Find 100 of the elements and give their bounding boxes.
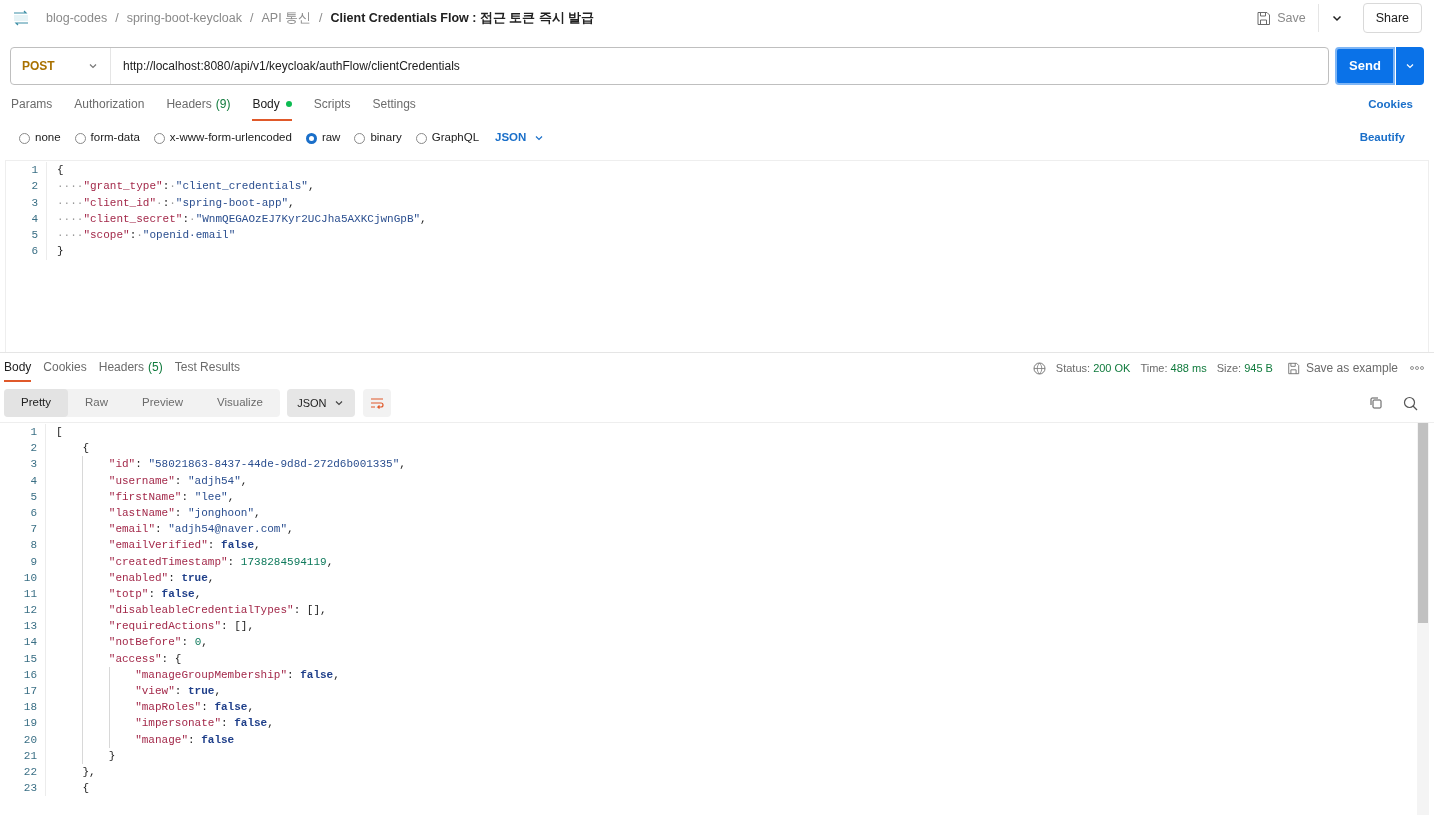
line-number: 7	[29, 522, 37, 538]
line-number: 9	[29, 554, 37, 570]
view-mode-tab[interactable]: Preview	[125, 389, 200, 417]
breadcrumb-link[interactable]: spring-boot-keycloak	[126, 8, 242, 28]
globe-icon	[1032, 361, 1046, 375]
radio-option[interactable]: none	[19, 129, 61, 147]
line-number: 6	[29, 505, 37, 521]
line-number: 15	[22, 651, 37, 667]
view-mode-tab[interactable]: Pretty	[4, 389, 69, 417]
more-icon[interactable]	[1410, 365, 1424, 371]
breadcrumb-current: Client Credentials Flow : 접근 토큰 즉시 발급	[330, 9, 595, 27]
code-line: "mapRoles": false,	[45, 699, 255, 716]
code-line: "username": "adjh54",	[45, 472, 248, 489]
view-mode-tab[interactable]: Visualize	[199, 389, 280, 417]
line-number: 21	[22, 748, 37, 764]
caret-icon	[1405, 61, 1415, 71]
caret-icon	[534, 133, 545, 143]
beautify-link[interactable]: Beautify	[1359, 129, 1405, 147]
radio-option[interactable]: x-www-form-urlencoded	[153, 129, 292, 147]
code-line: "view": true,	[45, 683, 221, 700]
code-line: ····"scope":·"openid·email"	[46, 227, 236, 244]
copy-icon[interactable]	[1369, 396, 1383, 410]
radio-option[interactable]: GraphQL	[415, 129, 480, 147]
code-line: "createdTimestamp": 1738284594119,	[45, 553, 334, 570]
breadcrumb-separator: /	[115, 9, 119, 27]
line-number: 13	[22, 619, 37, 635]
code-line: "lastName": "jonghoon",	[45, 504, 261, 522]
request-tab[interactable]: Authorization	[74, 89, 145, 121]
line-number: 1	[30, 163, 38, 178]
url-field[interactable]: http://localhost:8080/api/v1/keycloak/authFlow/clientCredentials	[111, 48, 1328, 84]
line-number: 3	[30, 195, 38, 211]
status-text: Time: 488 ms	[1140, 360, 1207, 376]
code-line: "disableableCredentialTypes": [],	[45, 602, 327, 619]
response-tab[interactable]: Headers (5)	[98, 354, 163, 382]
request-body-editor[interactable]: 1 { 2 ····"grant_type":·"client_credentials", 3 ····"client_id"·:·"spring-boot-app", 4 ····"client_secret":·"WnmQEGAOzEJ7Kyr2UCJha5AXKCjwnGpB", 5 ····"scope":·"openid·email" 6 }	[5, 160, 1429, 352]
wrap-lines-icon	[368, 396, 385, 410]
code-line: "totp": false,	[45, 585, 202, 603]
caret-icon	[334, 398, 345, 408]
send-options-button[interactable]	[1396, 47, 1424, 85]
line-number: 14	[22, 635, 37, 651]
line-number: 2	[30, 179, 38, 195]
code-line: "firstName": "lee",	[45, 488, 235, 505]
request-tab[interactable]: Params	[11, 89, 53, 121]
wrap-lines-button[interactable]	[362, 389, 391, 417]
breadcrumb-link[interactable]: blog-codes	[46, 8, 108, 28]
line-number: 16	[22, 667, 37, 683]
save-as-example-button[interactable]: Save as example	[1286, 359, 1398, 377]
request-tab[interactable]: Body	[252, 89, 292, 121]
line-number: 4	[30, 211, 38, 227]
share-button[interactable]: Share	[1362, 3, 1422, 33]
status-text: Size: 945 B	[1216, 360, 1273, 376]
radio-option[interactable]: binary	[354, 129, 402, 147]
code-line: "manageGroupMembership": false,	[45, 666, 340, 683]
scrollbar[interactable]	[1417, 423, 1429, 815]
code-line: "manage": false	[45, 731, 235, 748]
response-tab[interactable]: Test Results	[174, 354, 241, 382]
code-line: "id": "58021863-8437-44de-9d8d-272d6b001335",	[45, 456, 406, 473]
send-button[interactable]: Send	[1335, 47, 1395, 85]
breadcrumb-link[interactable]: API 통신	[261, 8, 312, 28]
radio-option[interactable]: form-data	[74, 129, 140, 147]
format-dropdown[interactable]: JSON	[495, 129, 545, 147]
radio-option[interactable]: raw	[305, 129, 341, 147]
line-number: 19	[22, 716, 37, 732]
request-url-bar[interactable]: POST http://localhost:8080/api/v1/keycloak/authFlow/clientCredentials	[10, 47, 1329, 85]
response-format-dropdown[interactable]: JSON	[286, 389, 355, 417]
status-text: Status: 200 OK	[1055, 360, 1131, 376]
line-number: 18	[22, 700, 37, 716]
method-dropdown[interactable]: POST	[11, 48, 111, 84]
code-line: }	[46, 243, 64, 260]
code-line: }	[45, 747, 116, 764]
code-line: ····"client_id"·:·"spring-boot-app",	[46, 194, 295, 211]
search-icon[interactable]	[1403, 395, 1418, 411]
code-line: "access": {	[45, 650, 182, 667]
view-mode-tab[interactable]: Raw	[68, 389, 126, 417]
line-number: 23	[22, 781, 37, 797]
request-tab[interactable]: Scripts	[313, 89, 351, 121]
code-line: "requiredActions": [],	[45, 618, 255, 635]
code-line: ····"client_secret":·"WnmQEGAOzEJ7Kyr2UCJha5AXKCjwnGpB",	[46, 210, 427, 228]
line-number: 5	[30, 228, 38, 244]
line-number: 5	[29, 489, 37, 505]
code-line: "notBefore": 0,	[45, 634, 208, 651]
response-tab[interactable]: Cookies	[43, 354, 87, 382]
code-line: [	[45, 424, 63, 441]
line-number: 20	[22, 732, 37, 748]
line-number: 1	[29, 425, 37, 440]
response-tab[interactable]: Body	[4, 354, 32, 382]
cookies-link[interactable]: Cookies	[1368, 96, 1413, 114]
breadcrumb-separator: /	[319, 9, 323, 27]
line-number: 4	[29, 473, 37, 489]
request-tab[interactable]: Headers (9)	[166, 89, 231, 121]
line-number: 11	[22, 586, 37, 602]
code-line: {	[45, 780, 89, 797]
line-number: 10	[22, 570, 37, 586]
code-line: {	[46, 162, 64, 179]
save-button[interactable]: Save	[1252, 8, 1310, 28]
line-number: 12	[22, 603, 37, 619]
line-number: 22	[22, 764, 37, 780]
caret-icon	[88, 61, 98, 71]
code-line: "email": "adjh54@naver.com",	[45, 521, 294, 538]
request-tab[interactable]: Settings	[372, 89, 416, 121]
